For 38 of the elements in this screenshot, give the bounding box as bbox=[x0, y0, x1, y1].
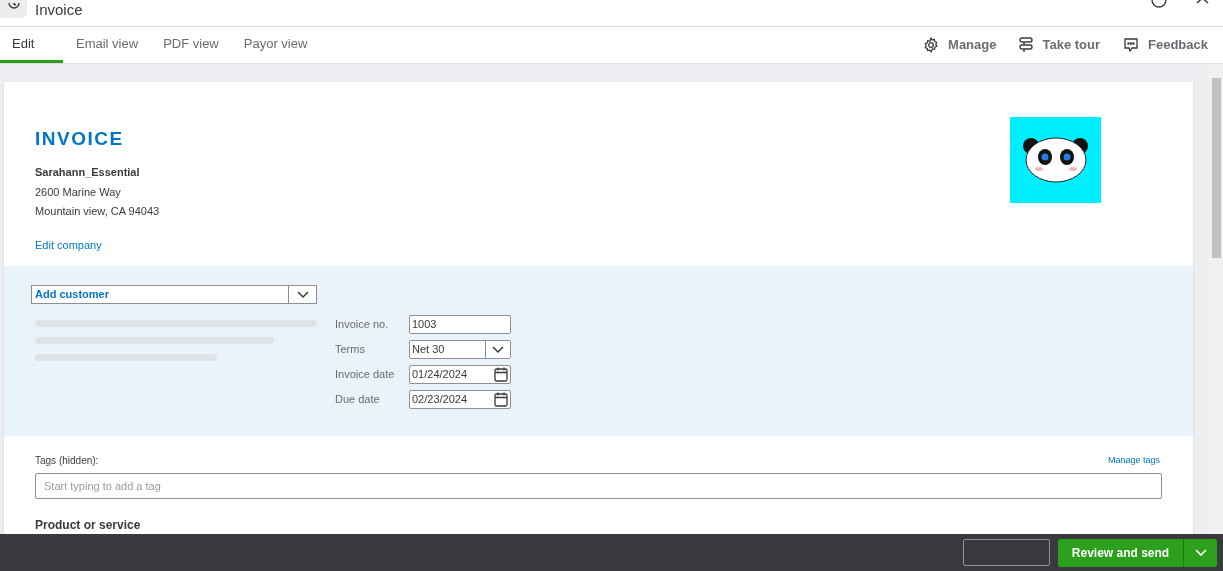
chevron-down-icon bbox=[492, 345, 504, 354]
customer-dropdown[interactable]: Add customer bbox=[31, 285, 317, 304]
field-label: Due date bbox=[335, 392, 381, 408]
tags-field[interactable]: Start typing to add a tag bbox=[35, 473, 1162, 499]
edit-company-link[interactable]: Edit company bbox=[35, 236, 102, 253]
address-line: Mountain view, CA 94043 bbox=[35, 204, 161, 219]
tags-label: Tags (hidden): bbox=[35, 454, 99, 468]
field-label: Invoice date bbox=[335, 367, 396, 383]
customer-value: Add customer bbox=[34, 287, 110, 303]
chevron-down-icon bbox=[1194, 548, 1207, 557]
window-title: Invoice bbox=[35, 1, 83, 18]
invoice-heading: INVOICE bbox=[35, 128, 125, 150]
view-tab[interactable]: PDF view bbox=[151, 27, 231, 63]
date-field[interactable]: 02/23/2024 bbox=[409, 390, 511, 409]
chevron-down-icon bbox=[296, 290, 309, 299]
review-and-send-button[interactable]: Review and send bbox=[1058, 538, 1183, 567]
secondary-button[interactable] bbox=[963, 539, 1050, 566]
calendar-icon bbox=[494, 367, 508, 382]
calendar-icon bbox=[494, 392, 508, 407]
toolbar-button[interactable]: Take tour bbox=[1011, 27, 1108, 63]
view-tab[interactable]: Email view bbox=[64, 27, 151, 63]
settings-icon bbox=[923, 37, 940, 53]
company-name: Sarahann_Essential bbox=[35, 165, 141, 180]
address-line: 2600 Marine Way bbox=[35, 184, 122, 200]
send-options-button[interactable] bbox=[1183, 538, 1217, 567]
view-tab[interactable]: Payor view bbox=[231, 27, 320, 63]
toolbar-button[interactable]: Feedback bbox=[1115, 27, 1216, 63]
terms-dropdown[interactable]: Net 30 bbox=[409, 340, 511, 359]
section-heading: Product or service bbox=[35, 517, 142, 534]
input-field[interactable]: 1003 bbox=[409, 315, 511, 334]
chat-icon bbox=[1123, 37, 1139, 53]
manage-tags-link[interactable]: Manage tags bbox=[1107, 453, 1160, 468]
field-label: Terms bbox=[335, 342, 366, 358]
toolbar-button[interactable]: Manage bbox=[915, 27, 1005, 63]
signpost-icon bbox=[1019, 37, 1034, 53]
date-field[interactable]: 01/24/2024 bbox=[409, 365, 511, 384]
history-button[interactable] bbox=[0, 0, 27, 18]
field-label: Invoice no. bbox=[335, 317, 390, 333]
